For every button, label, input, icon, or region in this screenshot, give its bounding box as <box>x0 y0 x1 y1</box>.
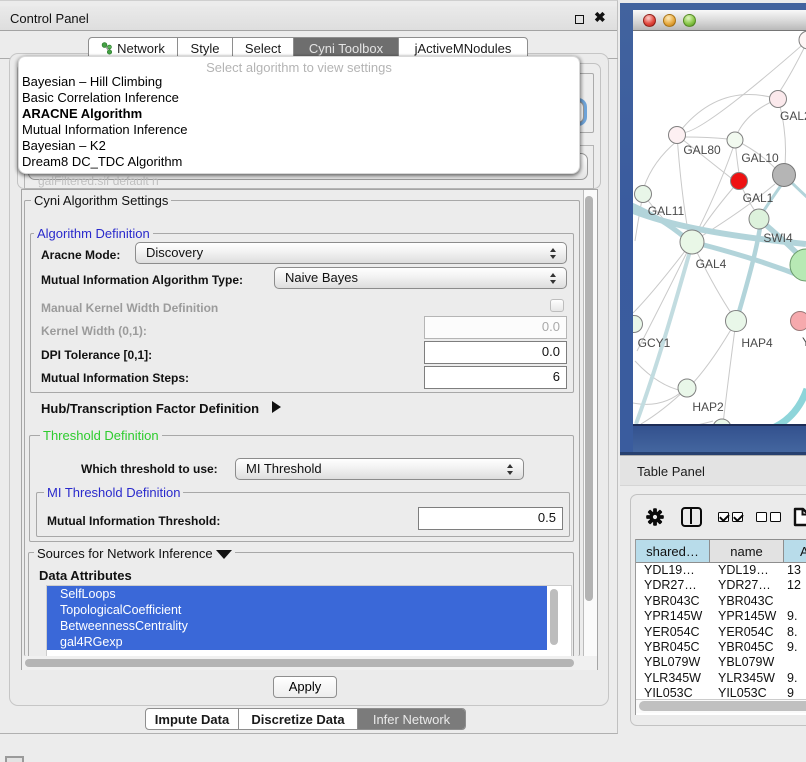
svg-text:Y: Y <box>802 335 806 349</box>
svg-text:SWI4: SWI4 <box>763 231 793 245</box>
svg-text:GAL2: GAL2 <box>780 109 806 123</box>
svg-text:GAL80: GAL80 <box>683 143 721 157</box>
svg-text:GAL10: GAL10 <box>741 151 779 165</box>
svg-text:HAP2: HAP2 <box>692 400 724 414</box>
svg-text:GAL4: GAL4 <box>696 257 727 271</box>
svg-text:GAL1: GAL1 <box>743 191 774 205</box>
svg-text:HAP4: HAP4 <box>741 336 773 350</box>
svg-text:GCY1: GCY1 <box>638 336 671 350</box>
svg-text:GAL11: GAL11 <box>648 204 685 218</box>
